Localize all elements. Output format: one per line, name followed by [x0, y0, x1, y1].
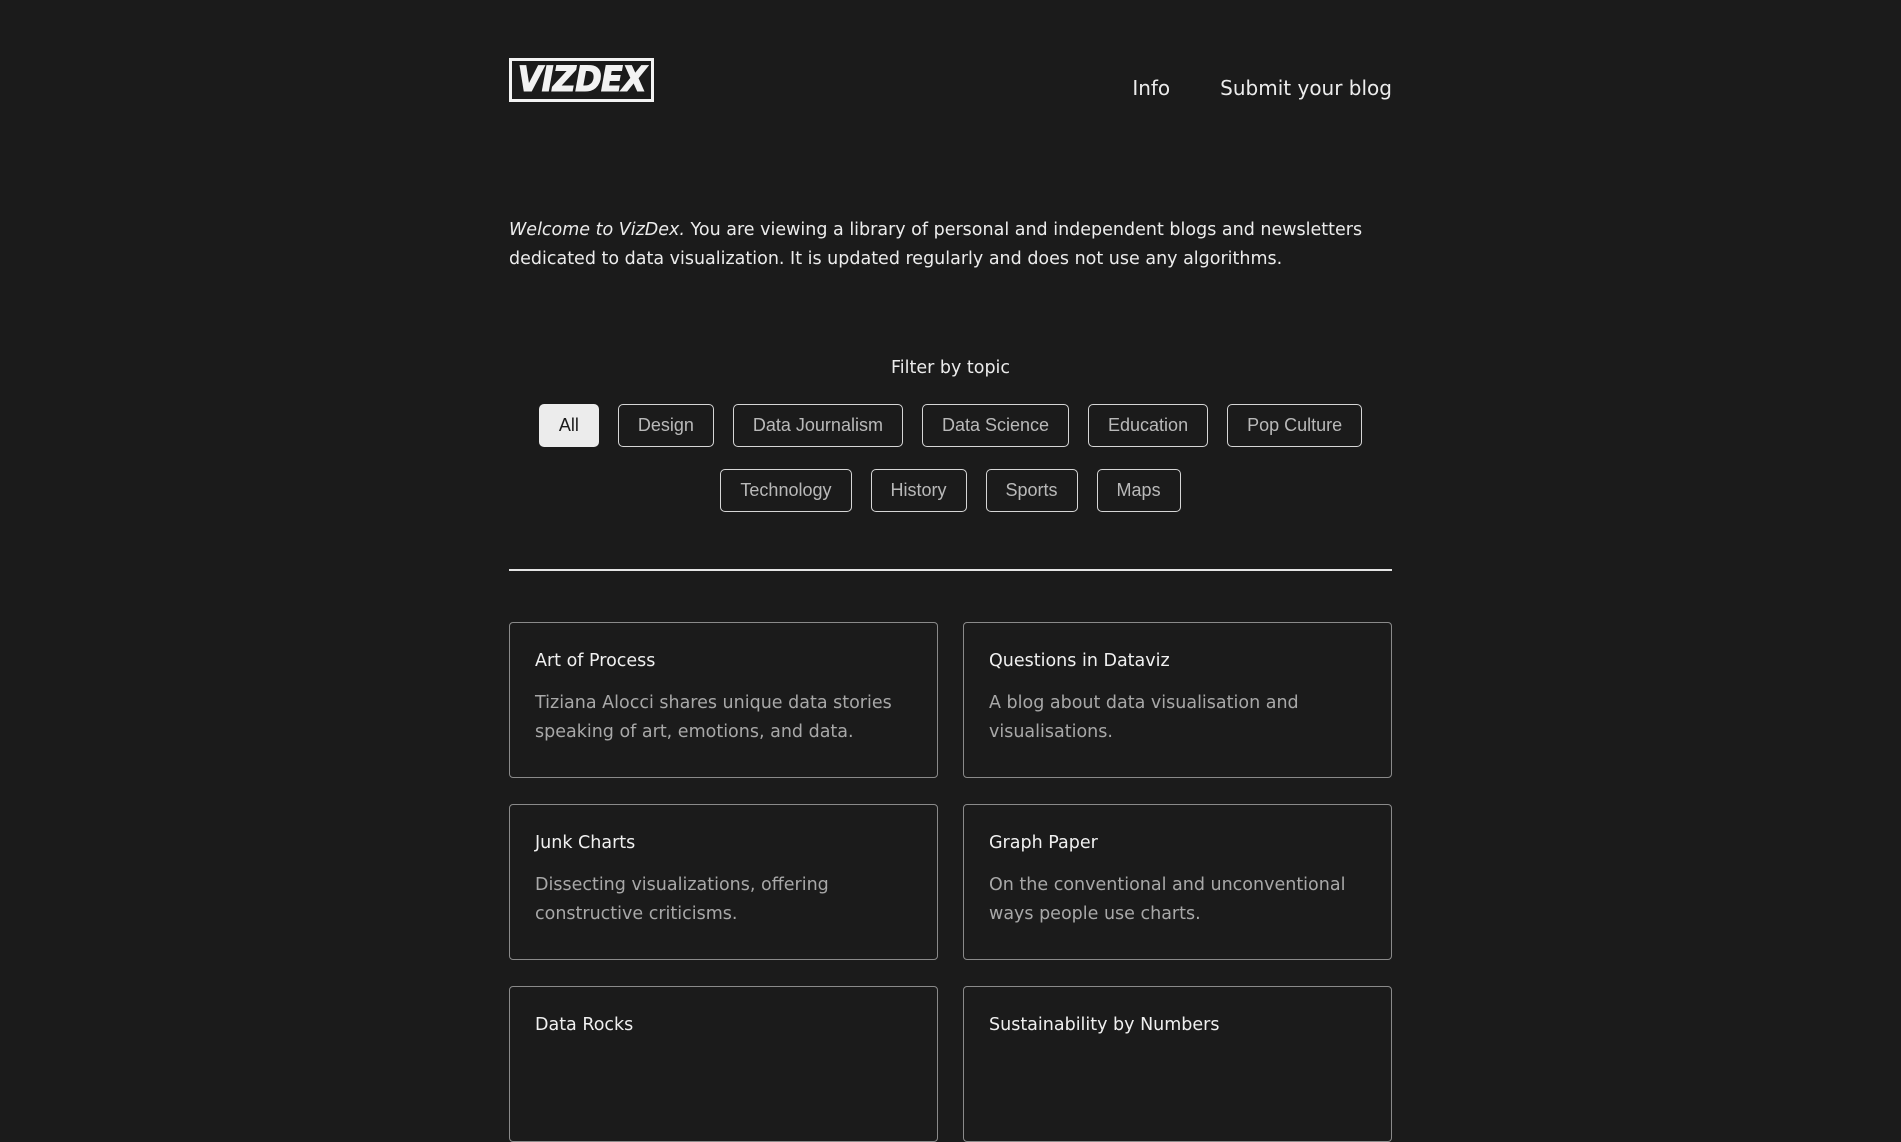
blog-card[interactable]: Questions in Dataviz A blog about data v…	[963, 622, 1392, 778]
blog-card-title: Questions in Dataviz	[989, 651, 1170, 671]
filter-title: Filter by topic	[890, 358, 1011, 378]
topic-chip-education[interactable]: Education	[1088, 404, 1209, 447]
site-logo[interactable]: VIZDEX	[509, 58, 654, 102]
topic-chip-data-science[interactable]: Data Science	[921, 404, 1070, 447]
site-header: VIZDEX Info Submit your blog	[509, 0, 1392, 140]
blog-card[interactable]: Data Rocks	[509, 986, 938, 1142]
section-divider	[509, 569, 1392, 571]
blog-card-title: Junk Charts	[535, 833, 636, 853]
blog-card[interactable]: Sustainability by Numbers	[963, 986, 1392, 1142]
topic-chip-technology[interactable]: Technology	[720, 469, 852, 512]
topic-chip-history[interactable]: History	[870, 469, 967, 512]
blog-card-title: Data Rocks	[535, 1015, 634, 1035]
blog-card-title: Graph Paper	[989, 833, 1098, 853]
blog-card-description: A blog about data visualisation and visu…	[989, 693, 1299, 742]
logo-text: VIZDEX	[517, 59, 647, 100]
blog-card-grid: Art of Process Tiziana Alocci shares uni…	[509, 622, 1392, 1142]
nav-link-submit-blog[interactable]: Submit your blog	[1220, 76, 1392, 100]
blog-card-title: Art of Process	[535, 651, 656, 671]
topic-chip-maps[interactable]: Maps	[1096, 469, 1181, 512]
topic-chip-design[interactable]: Design	[617, 404, 714, 447]
intro-emphasis: Welcome to VizDex.	[509, 220, 685, 240]
topic-chip-data-journalism[interactable]: Data Journalism	[732, 404, 903, 447]
blog-card-description: On the conventional and unconventional w…	[989, 875, 1346, 924]
blog-card-description: Tiziana Alocci shares unique data storie…	[535, 693, 892, 742]
blog-card[interactable]: Art of Process Tiziana Alocci shares uni…	[509, 622, 938, 778]
blog-card-description: Dissecting visualizations, offering cons…	[535, 875, 829, 924]
top-nav: Info Submit your blog	[1132, 76, 1392, 100]
topic-filter-row-2: Technology History Sports Maps	[509, 469, 1392, 512]
nav-link-info[interactable]: Info	[1132, 76, 1170, 100]
topic-chip-pop-culture[interactable]: Pop Culture	[1227, 404, 1363, 447]
blog-card-title: Sustainability by Numbers	[989, 1015, 1220, 1035]
blog-card[interactable]: Graph Paper On the conventional and unco…	[963, 804, 1392, 960]
intro-text: Welcome to VizDex. You are viewing a lib…	[509, 216, 1409, 274]
topic-chip-all[interactable]: All	[538, 404, 599, 447]
blog-card[interactable]: Junk Charts Dissecting visualizations, o…	[509, 804, 938, 960]
topic-filter-row-1: All Design Data Journalism Data Science …	[509, 404, 1392, 447]
page-container: VIZDEX Info Submit your blog Welcome to …	[509, 0, 1392, 1142]
topic-chip-sports[interactable]: Sports	[985, 469, 1078, 512]
